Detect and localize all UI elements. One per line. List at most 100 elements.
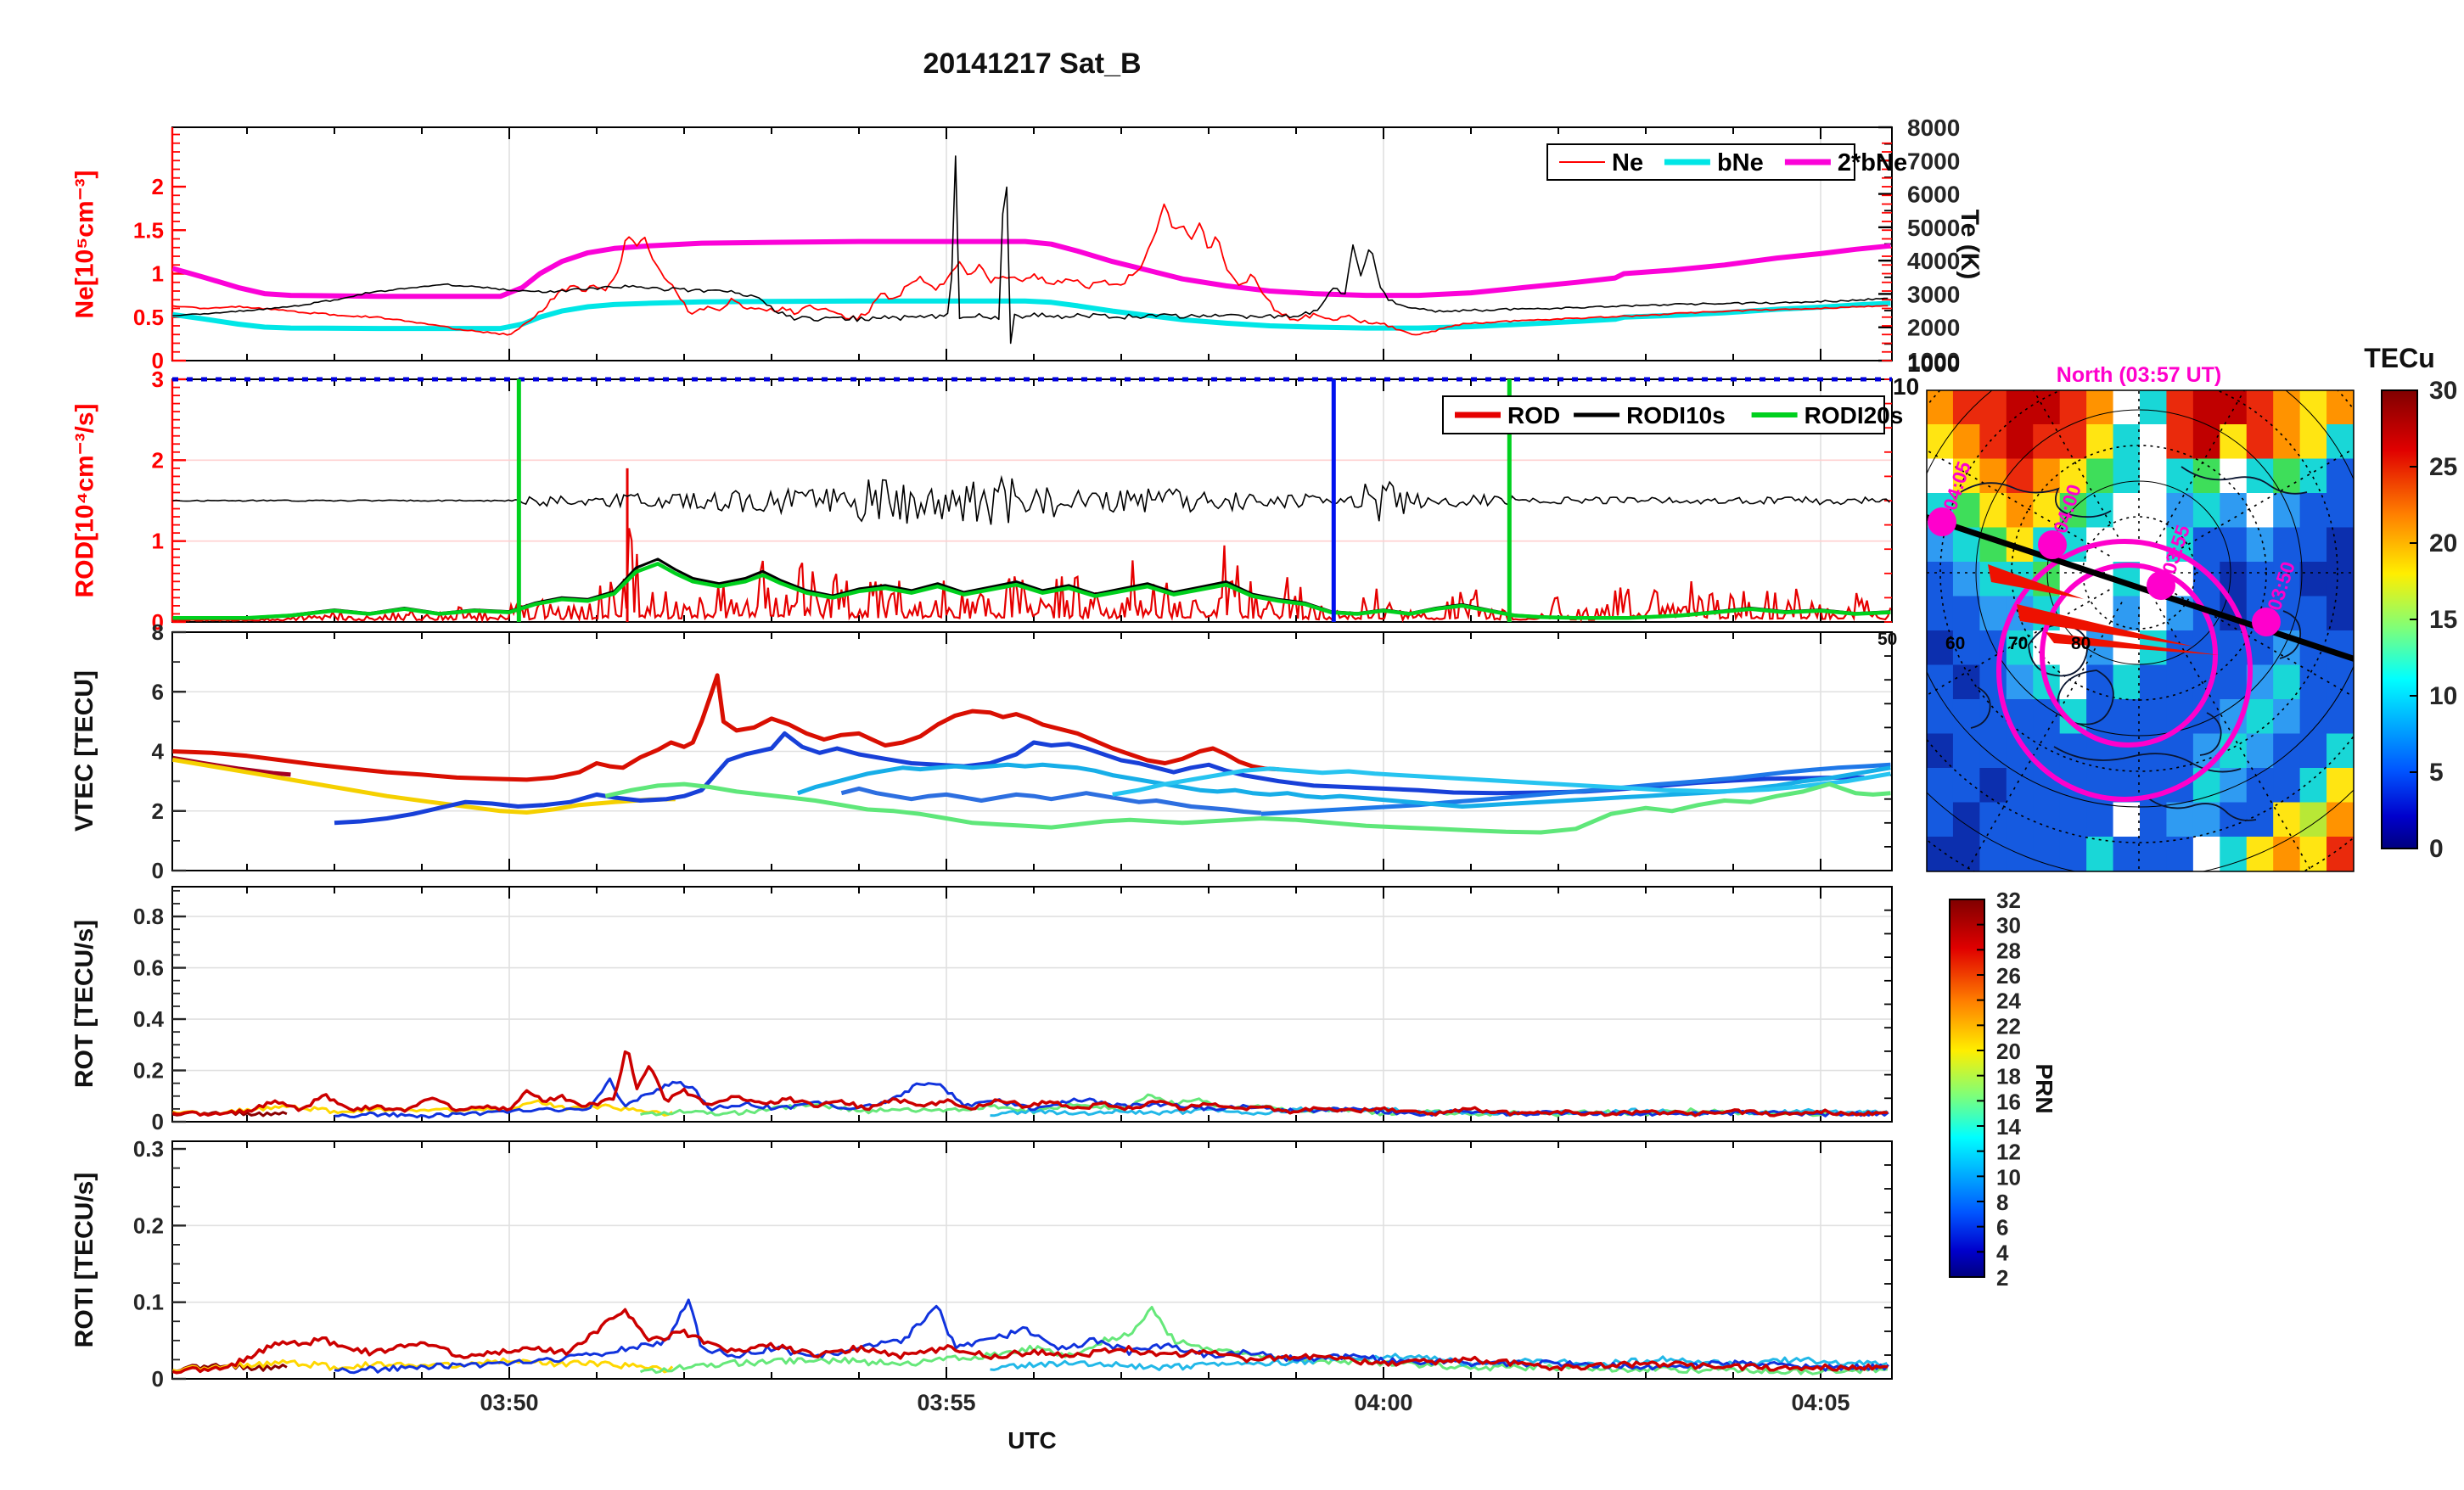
colorbar-tick-label: 14 [1996, 1114, 2021, 1140]
tec-cell [2326, 527, 2354, 563]
p4-ylabel: ROT [TECU/s] [70, 919, 98, 1089]
x-tick-label: 03:50 [480, 1390, 538, 1415]
tec-cell [2192, 837, 2221, 871]
colorbar-tick-label: 24 [1996, 989, 2021, 1014]
tec-cell [1979, 458, 2007, 494]
tec-cell [2113, 390, 2141, 425]
tec-cell [2113, 733, 2141, 769]
map-lat-label: 80 [2071, 634, 2091, 653]
tec-cell [2086, 390, 2114, 425]
series-2xbNe [172, 238, 1891, 300]
tec-cell [2246, 837, 2275, 871]
p4-tick-label: 0.8 [133, 904, 164, 929]
p3-tick-label: 0 [152, 858, 164, 883]
x-axis-label: UTC [1007, 1427, 1057, 1454]
rod-trace [172, 528, 1892, 624]
p4-yticks [172, 889, 186, 1123]
rodi10s-mid-trace [172, 474, 1890, 525]
p5-yticks [172, 1147, 186, 1381]
series-ROT-red [172, 1050, 1889, 1118]
tec-cell [1952, 424, 1981, 460]
tec-cell [2140, 664, 2168, 700]
tec-cell [2299, 390, 2328, 425]
legend-entry-label: ROD [1507, 402, 1560, 429]
tec-cell [2006, 768, 2035, 804]
tec-cell [2006, 664, 2035, 700]
tec-cell [2166, 390, 2194, 425]
page-title: 20141217 Sat_B [923, 48, 1142, 80]
tec-cell [2326, 837, 2354, 871]
tec-cell [2220, 493, 2248, 529]
tec-cell [2086, 802, 2114, 837]
tec-colorbar-title: TECu [2364, 343, 2435, 373]
tec-cell [2140, 596, 2168, 631]
tec-cell [2273, 493, 2301, 529]
tec-cell [1927, 424, 1954, 460]
tec-cell [1952, 733, 1981, 769]
tec-cell [2299, 493, 2328, 529]
p1-yticks [172, 133, 186, 362]
legend-rod: ROD RODI10s RODI20s [1442, 395, 1903, 434]
panel-roti-frame [171, 1140, 1893, 1380]
colorbar-tick-label: 15 [2429, 606, 2457, 634]
map-lat-label: 60 [1945, 634, 1965, 653]
tec-cell [2166, 837, 2194, 871]
p3-tick-label: 4 [152, 739, 165, 765]
p3-tick-label: 8 [152, 619, 164, 645]
tec-cell [2059, 837, 2088, 871]
figure: 0 0.5 1 1.5 2 0 1 2 3 0 2 4 6 8 0 0.2 0.4 0.6 0.8 0 0.1 0.2 0.… [0, 0, 2464, 1490]
tec-cell [2113, 664, 2141, 700]
tec-cell [2113, 596, 2141, 631]
p3-tick-label: 6 [152, 679, 164, 704]
tec-cell [2326, 424, 2354, 460]
series-ROD [172, 468, 1892, 624]
p2-ylabel: ROD[10⁴cm⁻³/s] [70, 403, 99, 598]
tec-cell [1979, 596, 2007, 631]
tec-cell [2192, 493, 2221, 529]
tec-cell [2299, 802, 2328, 837]
tec-cell [2192, 527, 2221, 563]
tec-cell [1952, 699, 1981, 735]
tec-cell [2299, 458, 2328, 494]
te-tick-label: 5000 [1907, 215, 1960, 241]
p4-tick-label: 0.6 [133, 955, 164, 981]
tec-cell [2113, 424, 2141, 460]
colorbar-tick-label: 20 [1996, 1039, 2021, 1064]
track-time-dot [1928, 507, 1956, 536]
tec-cell [2192, 699, 2221, 735]
tec-cell [1979, 424, 2007, 460]
tec-cell [2140, 493, 2168, 529]
p3-tick-label: 2 [152, 798, 164, 824]
tec-cell [2246, 699, 2275, 735]
tec-cell [1927, 562, 1954, 597]
colorbar-tick-label: 28 [1996, 938, 2021, 963]
p1-tick-label: 1 [152, 261, 164, 287]
p3-ylabel: VTEC [TECU] [70, 670, 98, 832]
tec-cell [2192, 733, 2221, 769]
te-tick-label: 2000 [1907, 315, 1960, 341]
colorbar-tick-label: 10 [2429, 682, 2457, 710]
series-2xbNe [172, 238, 1891, 300]
prn-colorbar-bar [1949, 899, 1985, 1278]
colorbar-tick-label: 20 [2429, 529, 2457, 557]
map-title: North (03:57 UT) [2056, 363, 2222, 387]
map-lat-label-50: 50 [1877, 630, 1898, 649]
te-tick-label: 7000 [1907, 148, 1960, 174]
te-tick-label: 3000 [1907, 281, 1960, 307]
tec-cell [1927, 768, 1954, 804]
tec-cell [2113, 699, 2141, 735]
tec-cell [2273, 390, 2301, 425]
p1-ylabel: Ne[10⁵cm⁻³] [70, 170, 99, 319]
tec-cell [2140, 699, 2168, 735]
p1-tick-label: 0.5 [133, 305, 164, 330]
tec-cell [2326, 458, 2354, 494]
tec-colorbar: 30 25 20 15 10 5 0 [2381, 377, 2457, 863]
legend-entry-label: Ne [1612, 149, 1643, 176]
te-tick-label: 8000 [1907, 115, 1960, 141]
tec-cell [2273, 837, 2301, 871]
colorbar-tick-label: 6 [1996, 1215, 2008, 1241]
tec-cell [2220, 664, 2248, 700]
tec-cell [1952, 768, 1981, 804]
tec-cell [1979, 390, 2007, 425]
tec-cell [1927, 699, 1954, 735]
